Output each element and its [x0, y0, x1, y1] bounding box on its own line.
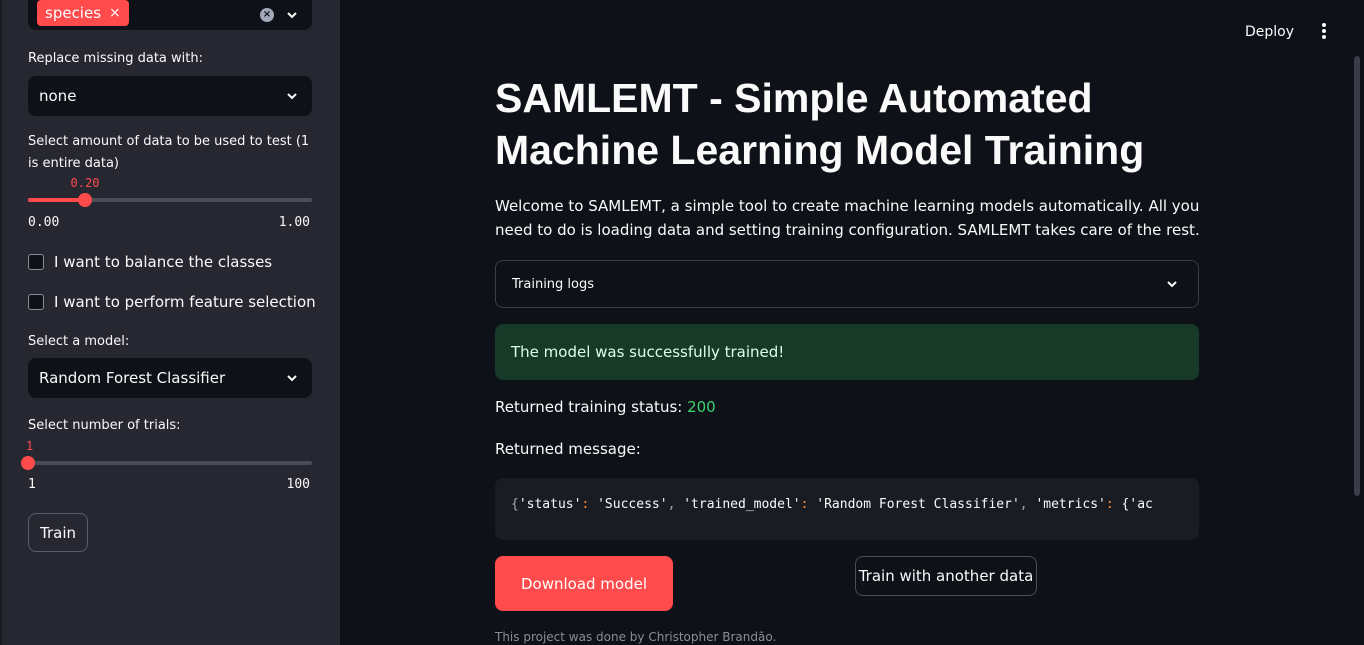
- code-token: :: [800, 497, 809, 512]
- test-size-max: 1.00: [278, 215, 310, 230]
- test-size-label: Select amount of data to be used to test…: [28, 134, 310, 171]
- test-size-min: 0.00: [28, 215, 60, 230]
- code-token: {: [511, 497, 519, 512]
- code-token: 'trained_model': [683, 497, 801, 512]
- feature-selection-label: I want to perform feature selection: [54, 293, 316, 311]
- code-token: ,: [1019, 497, 1028, 512]
- target-multiselect[interactable]: species × ×: [28, 0, 312, 30]
- deploy-button[interactable]: Deploy: [1245, 24, 1294, 40]
- code-token: 'metrics': [1035, 497, 1106, 512]
- more-vertical-icon[interactable]: [1322, 23, 1326, 39]
- checkbox-box[interactable]: [28, 294, 44, 310]
- checkbox-box[interactable]: [28, 254, 44, 270]
- trials-label: Select number of trials:: [28, 418, 181, 433]
- training-logs-expander[interactable]: Training logs: [495, 260, 1199, 308]
- status-line: Returned training status: 200: [495, 398, 716, 416]
- page-title: SAMLEMT - Simple Automated Machine Learn…: [495, 75, 1145, 173]
- model-value: Random Forest Classifier: [39, 369, 226, 387]
- tag-remove-icon[interactable]: ×: [109, 5, 121, 21]
- clear-icon[interactable]: ×: [260, 8, 274, 22]
- download-model-button[interactable]: Download model: [495, 556, 673, 611]
- chevron-down-icon: [287, 375, 297, 382]
- model-select[interactable]: Random Forest Classifier: [28, 358, 312, 398]
- missing-data-label: Replace missing data with:: [28, 51, 203, 66]
- test-size-slider[interactable]: [28, 193, 312, 207]
- train-button[interactable]: Train: [28, 513, 88, 552]
- chevron-down-icon[interactable]: [286, 9, 298, 21]
- missing-data-select[interactable]: none: [28, 76, 312, 116]
- success-alert: The model was successfully trained!: [495, 324, 1199, 380]
- main-content: Deploy SAMLEMT - Simple Automated Machin…: [340, 0, 1364, 645]
- code-token: :: [581, 497, 590, 512]
- test-size-value: 0.20: [70, 176, 100, 190]
- sidebar: species × × Replace missing data with: n…: [0, 0, 340, 645]
- code-block[interactable]: {'status': 'Success', 'trained_model': '…: [495, 478, 1199, 540]
- code-token: {'ac: [1121, 497, 1153, 512]
- feature-selection-checkbox[interactable]: I want to perform feature selection: [28, 293, 316, 311]
- trials-value: 1: [26, 439, 34, 453]
- chevron-down-icon: [1167, 281, 1177, 288]
- slider-thumb[interactable]: [78, 193, 92, 207]
- slider-thumb[interactable]: [21, 456, 35, 470]
- code-token: ,: [667, 497, 676, 512]
- balance-classes-label: I want to balance the classes: [54, 253, 273, 271]
- balance-classes-checkbox[interactable]: I want to balance the classes: [28, 253, 272, 271]
- status-label: Returned training status:: [495, 398, 688, 416]
- species-tag: species ×: [37, 0, 129, 26]
- chevron-down-icon: [287, 93, 297, 100]
- missing-data-value: none: [39, 87, 77, 105]
- intro-text: Welcome to SAMLEMT, a simple tool to cre…: [495, 197, 1200, 239]
- code-token: 'status': [518, 497, 582, 512]
- model-label: Select a model:: [28, 334, 130, 349]
- train-another-data-button[interactable]: Train with another data: [855, 556, 1037, 596]
- trials-slider[interactable]: [21, 456, 312, 470]
- status-value: 200: [687, 398, 716, 416]
- footer-text: This project was done by Christopher Bra…: [495, 630, 777, 644]
- message-label: Returned message:: [495, 440, 641, 458]
- code-token: 'Success': [597, 497, 668, 512]
- trials-max: 100: [286, 477, 310, 492]
- code-token: 'Random Forest Classifier': [816, 497, 1020, 512]
- trials-min: 1: [28, 477, 36, 492]
- expander-label: Training logs: [512, 276, 595, 292]
- scrollbar[interactable]: [1354, 56, 1360, 496]
- tag-label: species: [45, 4, 102, 22]
- code-token: :: [1105, 497, 1114, 512]
- slider-fill: [28, 198, 85, 202]
